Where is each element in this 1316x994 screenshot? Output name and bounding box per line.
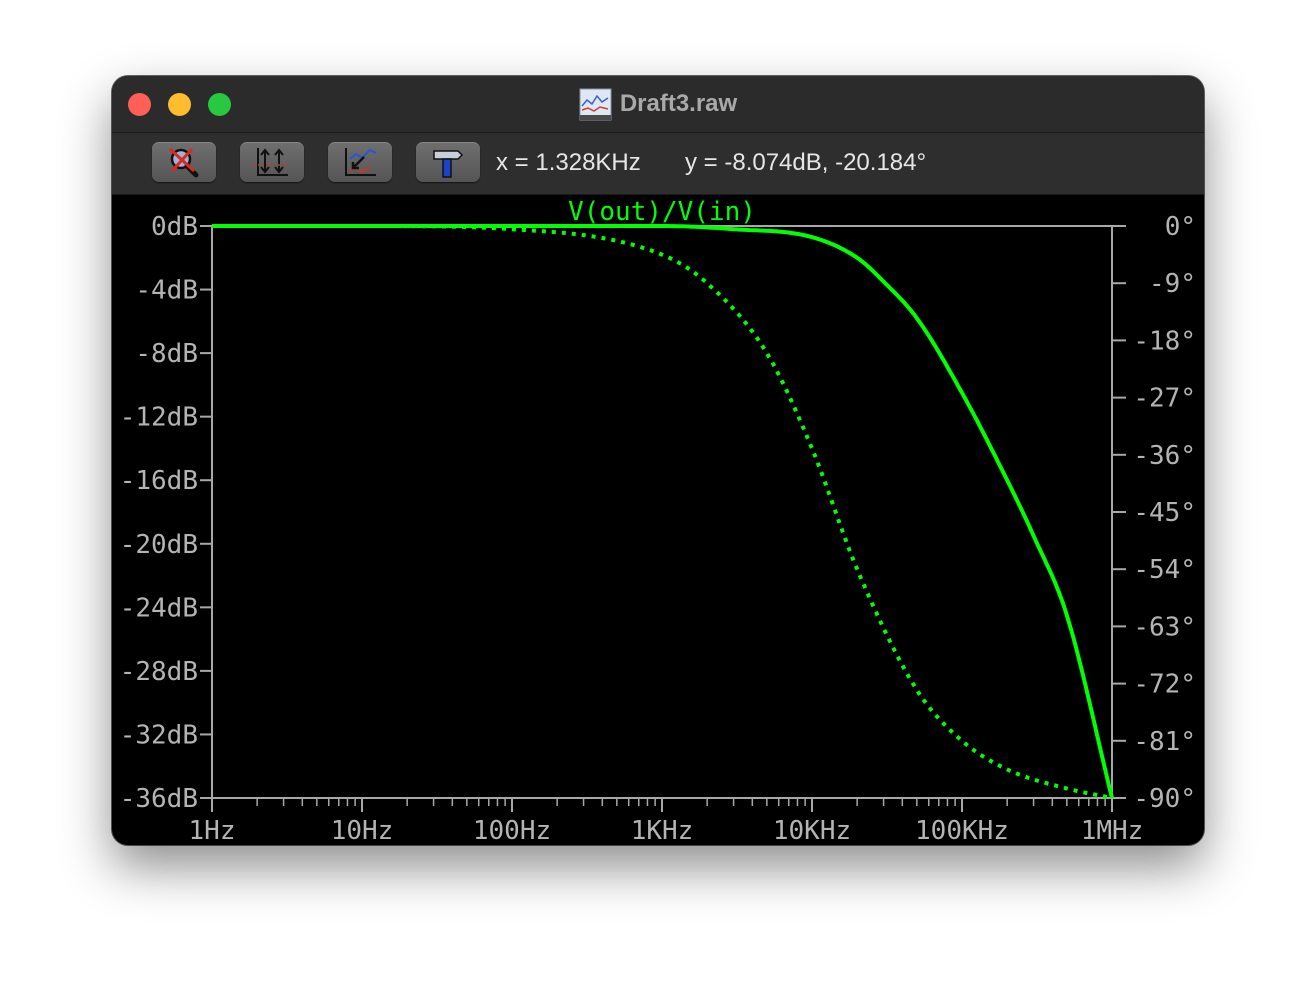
zoom-to-fit-icon [345,148,377,176]
cursor-y-readout: y = -8.074dB, -20.184° [685,149,927,176]
x-tick-label: 10KHz [773,816,851,845]
chart-title: V(out)/V(in) [568,197,756,227]
plot-frame [211,225,1113,799]
bode-plot[interactable]: V(out)/V(in) 0dB -4dB -8dB -12dB -16dB -20dB -2… [112,195,1204,845]
y2-tick-label: -90° [1133,784,1196,814]
hammer-icon [433,150,464,178]
phase-trace [212,224,1113,800]
y-tick-label: -36dB [120,784,198,814]
zoom-to-fit-button[interactable] [328,142,392,182]
y-tick-label: -12dB [120,403,198,433]
title-bar: Draft3.raw [112,76,1204,133]
y2-tick-label: -27° [1133,384,1196,414]
y-tick-label: -32dB [120,720,198,750]
y2-tick-label: 0° [1165,212,1196,242]
waveform-window: Draft3.raw x = 1.328KHz y = -8.074dB, -2… [112,76,1204,845]
y2-tick-label: -54° [1133,555,1196,585]
y2-tick-label: -9° [1149,269,1196,299]
y-tick-label: -16dB [120,466,198,496]
x-tick-label: 100KHz [915,816,1009,845]
x-tick-label: 1MHz [1081,816,1144,845]
title-group: Draft3.raw [112,84,1204,124]
zoom-cancel-button[interactable] [152,142,216,182]
cursor-x-readout: x = 1.328KHz [496,149,641,176]
y2-tick-label: -18° [1133,326,1196,356]
autoscale-y-icon [254,148,290,176]
waveform-document-icon [579,88,612,120]
y2-tick-label: -81° [1133,727,1196,757]
magnitude-trace [212,224,1114,799]
toolbar: x = 1.328KHz y = -8.074dB, -20.184° [112,133,1204,195]
y-tick-label: -28dB [120,657,198,687]
window-title: Draft3.raw [619,90,738,117]
y2-tick-label: -45° [1133,498,1196,528]
x-tick-label: 1Hz [189,816,236,845]
y-tick-label: -24dB [120,593,198,623]
x-tick-label: 100Hz [473,816,551,845]
x-tick-label: 1KHz [631,816,694,845]
y2-tick-label: -63° [1133,612,1196,642]
zoom-cancel-icon [168,147,199,178]
plot-area[interactable]: V(out)/V(in) 0dB -4dB -8dB -12dB -16dB -20dB -2… [112,195,1204,845]
autoscale-y-button[interactable] [240,142,304,182]
y-tick-label: -8dB [135,339,198,369]
x-tick-label: 10Hz [331,816,394,845]
y2-tick-label: -72° [1133,670,1196,700]
y-tick-label: -20dB [120,530,198,560]
y-tick-label: -4dB [135,276,198,306]
y2-tick-label: -36° [1133,441,1196,471]
y-tick-label: 0dB [151,212,198,242]
probe-hammer-button[interactable] [416,142,480,182]
